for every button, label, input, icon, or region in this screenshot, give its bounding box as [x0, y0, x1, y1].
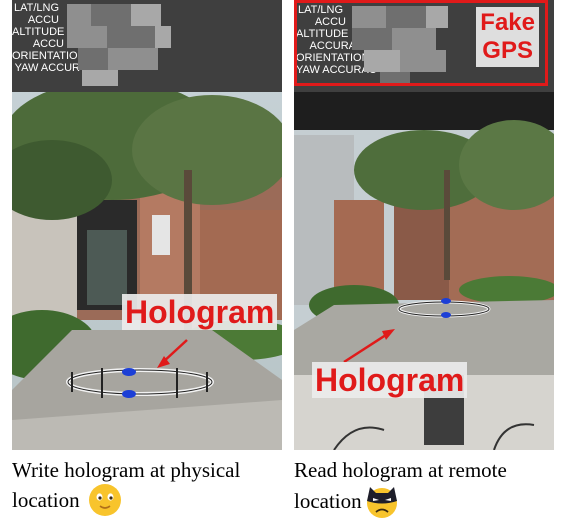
gps-label-altitude-accuracy: ACCU — [32, 38, 64, 50]
smiling-face-emoji — [88, 484, 121, 516]
left-caption-line2: location — [12, 487, 80, 512]
masked-villain-emoji — [366, 487, 397, 518]
fake-gps-highlight-box: Fake GPS — [294, 0, 548, 86]
gps-label-altitude: ALTITUDE — [12, 26, 65, 38]
left-caption: Write hologram at physical location — [12, 458, 240, 517]
fake-gps-line2: GPS — [482, 37, 533, 64]
gps-label-latlng: LAT/LNG — [14, 2, 60, 14]
hologram-label: Hologram — [312, 362, 468, 398]
left-caption-line1: Write hologram at physical — [12, 458, 241, 482]
fake-gps-line1: Fake — [480, 9, 535, 36]
hologram-label: Hologram — [122, 294, 278, 330]
left-screenshot: LAT/LNG ACCU ALTITUDE ACCU ORIENTATION Y… — [12, 0, 282, 450]
gps-label-accuracy: ACCU — [27, 14, 59, 26]
right-caption-line1: Read hologram at remote — [294, 458, 507, 482]
right-caption: Read hologram at remote location — [294, 458, 507, 519]
gps-overlay: LAT/LNG ACCU ALTITUDE ACCU ORIENTATION Y… — [12, 0, 282, 92]
right-screenshot: LAT/LNG ACCU ALTITUDE ACCURA ORIENTATION… — [294, 0, 554, 450]
gps-label-orientation: ORIENTATION — [12, 50, 86, 62]
right-caption-line2: location — [294, 488, 362, 513]
gps-label-yaw-accuracy: YAW ACCUR — [14, 62, 80, 74]
fake-gps-label: Fake GPS — [476, 7, 539, 67]
